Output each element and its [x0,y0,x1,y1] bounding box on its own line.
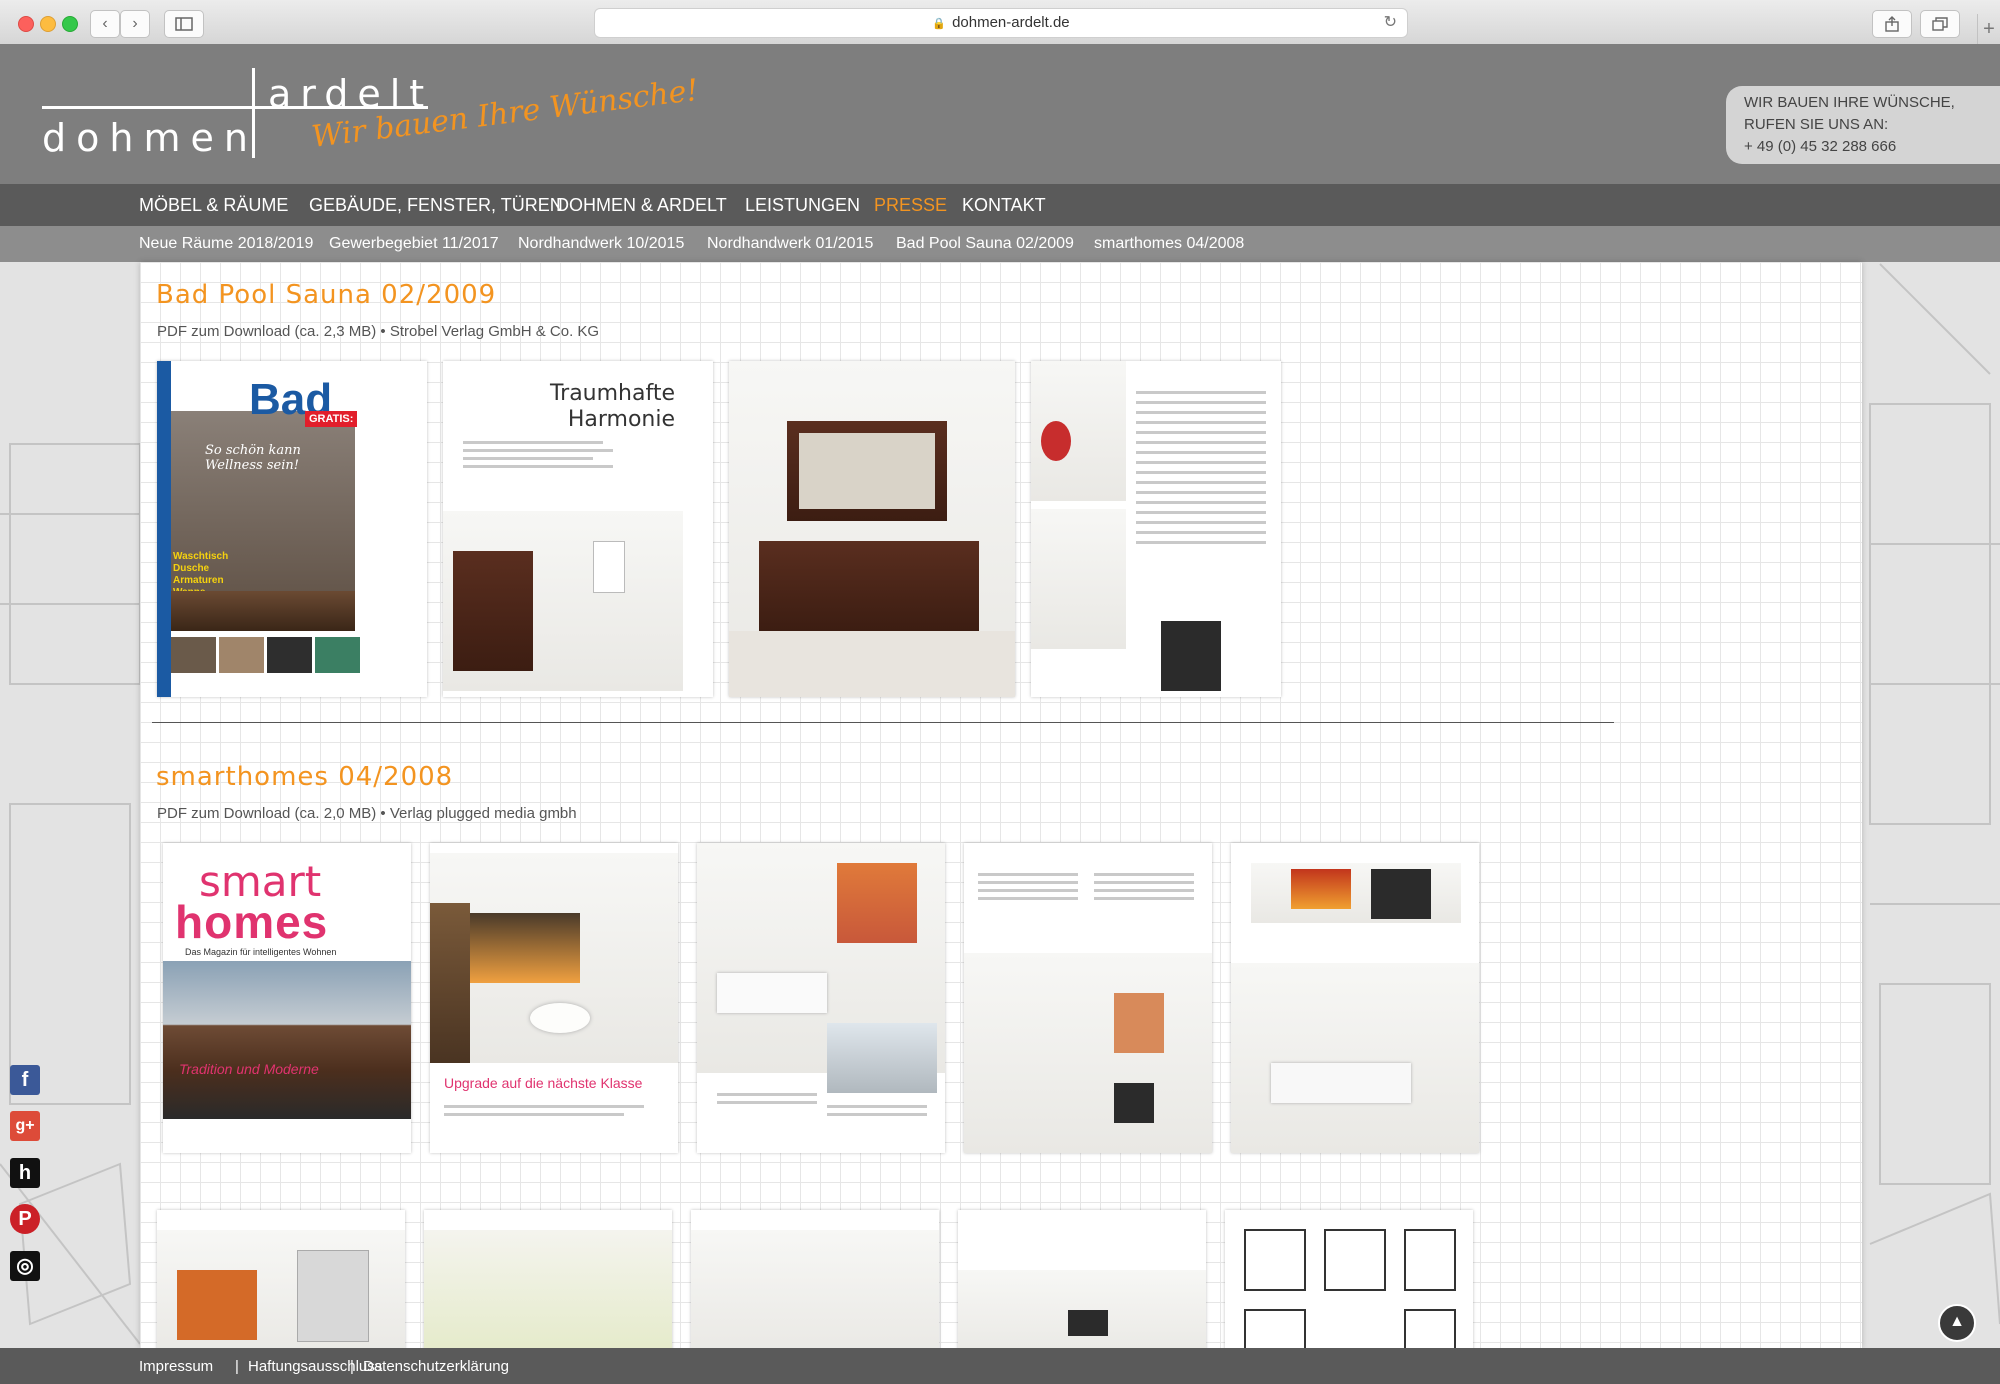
section-subtitle-bad-pool-sauna[interactable]: PDF zum Download (ca. 2,3 MB) • Strobel … [157,323,599,340]
instagram-icon[interactable]: ◎ [10,1251,40,1281]
contact-box: WIR BAUEN IHRE WÜNSCHE, RUFEN SIE UNS AN… [1726,86,2000,164]
chevron-right-icon: › [132,15,138,32]
nav-item-gebaeude[interactable]: GEBÄUDE, FENSTER, TÜREN [309,195,563,216]
magazine-page-smarthomes-6[interactable] [424,1210,672,1348]
nav-item-presse[interactable]: PRESSE [874,195,947,216]
magazine-page-smarthomes-4[interactable] [1231,843,1479,1153]
cover-badge: GRATIS: [305,411,358,427]
plus-icon: + [1983,18,1995,40]
contact-phone[interactable]: + 49 (0) 45 32 288 666 [1744,136,2000,158]
lock-icon: 🔒 [932,18,947,30]
main-nav: MÖBEL & RÄUME GEBÄUDE, FENSTER, TÜREN DO… [0,184,2000,226]
magazine-page-smarthomes-1[interactable]: Upgrade auf die nächste Klasse [430,843,678,1153]
cover-title-homes: homes [175,896,329,948]
google-plus-icon[interactable]: g+ [10,1111,40,1141]
tabs-overview-button[interactable] [1920,10,1960,38]
magazine-page-smarthomes-8[interactable] [958,1210,1206,1348]
tabs-icon [1932,17,1948,31]
close-window-button[interactable] [18,16,34,32]
logo-dohmen[interactable]: dohmen [42,116,258,160]
magazine-cover-smarthomes[interactable]: smart homes Das Magazin für intelligente… [163,843,411,1153]
footer-link-impressum[interactable]: Impressum [139,1358,213,1375]
magazine-page-smarthomes-9[interactable] [1225,1210,1473,1348]
floor-plan-drawing [1244,1229,1456,1348]
magazine-page-bad-pool-sauna-2[interactable] [729,361,1015,697]
subnav-item-nordhandwerk-10-2015[interactable]: Nordhandwerk 10/2015 [518,235,684,253]
minimize-window-button[interactable] [40,16,56,32]
section-title-bad-pool-sauna: Bad Pool Sauna 02/2009 [156,280,497,310]
magazine-page-smarthomes-3[interactable] [964,843,1212,1153]
share-button[interactable] [1872,10,1912,38]
facebook-icon[interactable]: f [10,1065,40,1095]
browser-toolbar: ‹ › 🔒 dohmen-ardelt.de ↻ + [0,0,2000,45]
nav-item-moebel[interactable]: MÖBEL & RÄUME [139,195,288,216]
magazine-page-bad-pool-sauna-3[interactable] [1031,361,1281,697]
cover-tagline: Das Magazin für intelligentes Wohnen [185,947,337,957]
section-title-smarthomes: smarthomes 04/2008 [156,762,454,792]
subnav-item-smarthomes[interactable]: smarthomes 04/2008 [1094,235,1244,253]
back-button[interactable]: ‹ [90,10,120,38]
magazine-page-smarthomes-5[interactable] [157,1210,405,1348]
zoom-window-button[interactable] [62,16,78,32]
sidebar-icon [175,17,193,31]
nav-item-dohmen-ardelt[interactable]: DOHMEN & ARDELT [556,195,727,216]
cover-tagline: So schön kann Wellness sein! [205,443,301,473]
article-title-traumhafte-harmonie: Traumhafte Harmonie [549,381,675,432]
nav-item-leistungen[interactable]: LEISTUNGEN [745,195,860,216]
section-divider [152,722,1614,723]
share-icon [1885,16,1899,32]
sidebar-toggle-button[interactable] [164,10,204,38]
contact-line-2: RUFEN SIE UNS AN: [1744,116,1889,133]
reload-icon[interactable]: ↻ [1384,9,1397,37]
chevron-left-icon: ‹ [102,15,108,32]
cover-banner: Tradition und Moderne [179,1061,319,1077]
pinterest-icon[interactable]: P [10,1204,40,1234]
footer-separator-2: | [350,1358,354,1375]
subnav-item-nordhandwerk-01-2015[interactable]: Nordhandwerk 01/2015 [707,235,873,253]
houzz-icon[interactable]: h [10,1158,40,1188]
footer-link-datenschutz[interactable]: Datenschutzerklärung [363,1358,509,1375]
magazine-page-smarthomes-7[interactable] [691,1210,939,1348]
forward-button[interactable]: › [120,10,150,38]
content-panel: Bad Pool Sauna 02/2009 PDF zum Download … [140,262,1862,1348]
site-footer: Impressum | Haftungsausschluss | Datensc… [0,1348,2000,1384]
contact-line-1: WIR BAUEN IHRE WÜNSCHE, [1744,94,1955,111]
sub-nav: Neue Räume 2018/2019 Gewerbegebiet 11/20… [0,226,2000,262]
footer-separator-1: | [235,1358,239,1375]
address-bar[interactable]: 🔒 dohmen-ardelt.de ↻ [594,8,1408,38]
magazine-page-smarthomes-2[interactable] [697,843,945,1153]
scroll-to-top-button[interactable]: ▲ [1938,1304,1976,1342]
subnav-item-gewerbegebiet[interactable]: Gewerbegebiet 11/2017 [329,235,499,253]
article-title-upgrade: Upgrade auf die nächste Klasse [444,1075,643,1091]
url-text: dohmen-ardelt.de [952,14,1070,31]
subnav-item-neue-raeume[interactable]: Neue Räume 2018/2019 [139,235,313,253]
magazine-page-bad-pool-sauna-1[interactable]: Traumhafte Harmonie [443,361,713,697]
arrow-up-icon: ▲ [1949,1313,1965,1330]
magazine-cover-bad-pool-sauna[interactable]: Bad GRATIS: So schön kann Wellness sein!… [157,361,427,697]
section-subtitle-smarthomes[interactable]: PDF zum Download (ca. 2,0 MB) • Verlag p… [157,805,577,822]
nav-item-kontakt[interactable]: KONTAKT [962,195,1046,216]
new-tab-button[interactable]: + [1977,14,2000,44]
subnav-item-bad-pool-sauna[interactable]: Bad Pool Sauna 02/2009 [896,235,1074,253]
